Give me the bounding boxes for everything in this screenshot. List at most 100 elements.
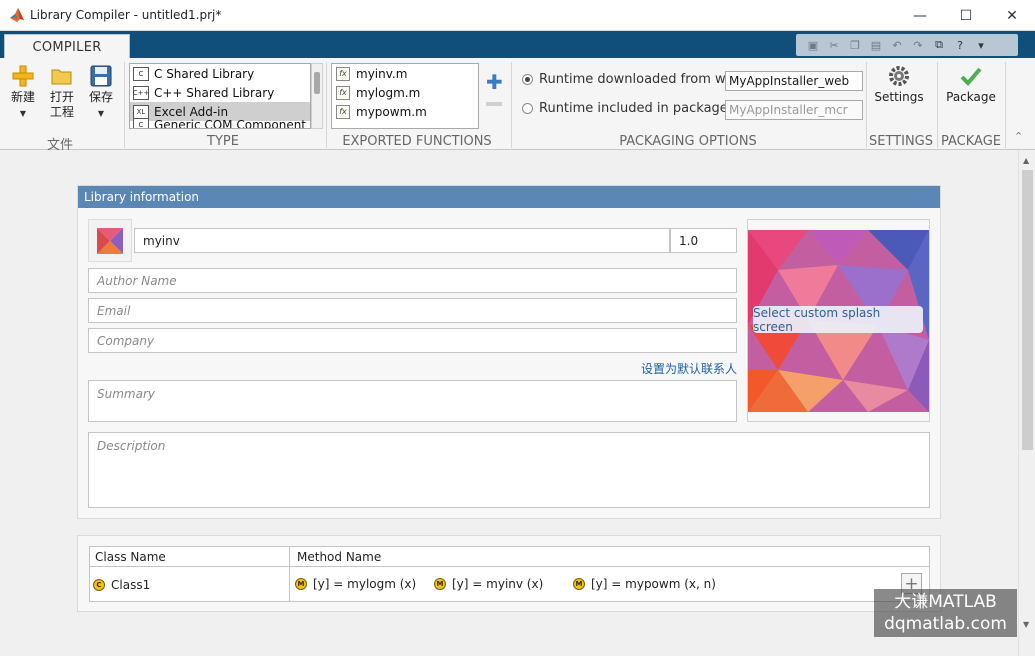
watermark-line-2: dqmatlab.com xyxy=(884,614,1007,634)
runtime-web-installer-input[interactable]: MyAppInstaller_web xyxy=(725,71,863,91)
method-icon: M xyxy=(434,578,446,590)
save-button[interactable]: 保存 ▼ xyxy=(86,64,116,121)
method-icon: M xyxy=(573,578,585,590)
email-input[interactable]: Email xyxy=(88,298,737,323)
open-label-2: 工程 xyxy=(49,105,74,119)
runtime-web-option[interactable]: Runtime downloaded from web xyxy=(522,72,742,87)
floppy-disk-icon xyxy=(90,65,112,87)
close-button[interactable]: ✕ xyxy=(989,0,1035,31)
chevron-down-icon: ▼ xyxy=(97,109,105,118)
settings-button[interactable]: Settings xyxy=(873,64,925,105)
minimize-button[interactable]: — xyxy=(897,0,943,31)
scrollbar-thumb[interactable] xyxy=(314,72,320,94)
class-row[interactable]: C Class1 xyxy=(93,578,150,592)
radio-selected-icon[interactable] xyxy=(522,74,533,85)
settings-group-label: SETTINGS xyxy=(868,134,933,149)
function-file-icon: fx xyxy=(336,66,350,81)
watermark-line-1: 大谦MATLAB xyxy=(894,592,997,612)
tab-compiler[interactable]: COMPILER xyxy=(4,34,130,59)
collapse-ribbon-icon[interactable]: ⌃ xyxy=(1014,130,1023,143)
library-name-input[interactable]: myinv xyxy=(134,228,670,253)
maximize-icon: ☐ xyxy=(959,7,973,24)
table-divider xyxy=(89,566,930,567)
copy-icon[interactable]: ❐ xyxy=(846,37,864,53)
scrollbar-thumb[interactable] xyxy=(1022,170,1033,450)
function-item[interactable]: fx mylogm.m xyxy=(332,83,478,102)
switch-windows-icon[interactable]: ⧉ xyxy=(930,37,948,53)
new-label: 新建 xyxy=(10,90,35,104)
description-textarea[interactable]: Description xyxy=(88,432,930,508)
scroll-down-icon[interactable]: ▼ xyxy=(1023,620,1029,629)
exported-functions-list[interactable]: fx myinv.m fx mylogm.m fx mypowm.m xyxy=(331,63,479,129)
type-item-c-shared[interactable]: CC Shared Library xyxy=(130,64,310,83)
open-label-1: 打开 xyxy=(49,90,74,104)
summary-textarea[interactable]: Summary xyxy=(88,380,737,422)
radio-unselected-icon[interactable] xyxy=(522,103,533,114)
new-button[interactable]: 新建 ▼ xyxy=(8,64,38,121)
cut-icon[interactable]: ✂ xyxy=(825,37,843,53)
library-icon: C xyxy=(133,66,149,81)
function-item[interactable]: fx mypowm.m xyxy=(332,102,478,121)
redo-icon[interactable]: ↷ xyxy=(909,37,927,53)
method-name-header: Method Name xyxy=(297,550,382,564)
method-icon: M xyxy=(295,578,307,590)
paste-icon[interactable]: ▤ xyxy=(867,37,885,53)
ribbon-tab-strip: COMPILER ▣ ✂ ❐ ▤ ↶ ↷ ⧉ ? ▾ xyxy=(0,31,1035,59)
type-list[interactable]: CC Shared Library C++ C++ Shared Library … xyxy=(129,63,311,129)
close-icon: ✕ xyxy=(1006,7,1018,24)
package-button[interactable]: Package xyxy=(944,64,998,105)
divider xyxy=(326,62,327,148)
set-default-contact-link[interactable]: 设置为默认联系人 xyxy=(641,360,737,377)
type-group-label: TYPE xyxy=(207,134,239,149)
type-item-com[interactable]: C Generic COM Component xyxy=(130,115,310,128)
library-icon-selector[interactable] xyxy=(88,219,132,262)
divider xyxy=(937,62,938,148)
checkmark-icon xyxy=(960,67,982,86)
minimize-icon: — xyxy=(913,7,927,24)
maximize-button[interactable]: ☐ xyxy=(943,0,989,31)
save-icon[interactable]: ▣ xyxy=(804,37,822,53)
save-label: 保存 xyxy=(88,90,113,104)
plus-icon: ✚ xyxy=(486,70,503,94)
runtime-package-installer-input[interactable]: MyAppInstaller_mcr xyxy=(725,100,863,120)
app-icon xyxy=(97,227,123,254)
vertical-scrollbar[interactable]: ▲ ▼ xyxy=(1018,150,1035,656)
type-item-cpp-shared[interactable]: C++ C++ Shared Library xyxy=(130,83,310,102)
chevron-down-icon: ▼ xyxy=(19,109,27,118)
title-bar: Library Compiler - untitled1.prj* — ☐ ✕ xyxy=(0,0,1035,31)
method-item[interactable]: M [y] = mylogm (x) xyxy=(295,577,416,591)
function-file-icon: fx xyxy=(336,104,350,119)
method-item[interactable]: M [y] = myinv (x) xyxy=(434,577,543,591)
version-input[interactable]: 1.0 xyxy=(670,228,737,253)
class-icon: C xyxy=(93,579,105,591)
function-item[interactable]: fx myinv.m xyxy=(332,64,478,83)
scroll-up-icon[interactable]: ▲ xyxy=(1023,156,1029,165)
window-title: Library Compiler - untitled1.prj* xyxy=(30,8,222,22)
gear-icon xyxy=(889,66,909,86)
ribbon: 新建 ▼ 打开 工程 保存 ▼ 文件 CC Shared Library C++… xyxy=(0,58,1035,153)
package-group-label: PACKAGE xyxy=(941,134,1001,149)
undo-icon[interactable]: ↶ xyxy=(888,37,906,53)
panel-header: Library information xyxy=(78,186,940,208)
type-list-scrollbar[interactable] xyxy=(311,63,323,129)
divider xyxy=(866,62,867,148)
class-name-header: Class Name xyxy=(95,550,166,564)
method-item[interactable]: M [y] = mypowm (x, n) xyxy=(573,577,716,591)
class-table xyxy=(89,546,930,602)
company-input[interactable]: Company xyxy=(88,328,737,353)
add-function-button[interactable]: ✚ xyxy=(486,70,503,94)
select-splash-screen-button[interactable]: Select custom splash screen xyxy=(753,306,923,334)
dropdown-icon[interactable]: ▾ xyxy=(972,37,990,53)
open-project-button[interactable]: 打开 工程 xyxy=(47,64,77,120)
matlab-logo-icon xyxy=(10,8,24,22)
watermark: 大谦MATLAB dqmatlab.com xyxy=(874,589,1017,637)
table-divider xyxy=(289,546,290,602)
author-name-input[interactable]: Author Name xyxy=(88,268,737,293)
remove-function-button[interactable] xyxy=(486,102,502,106)
excel-icon: XL xyxy=(133,104,149,119)
help-icon[interactable]: ? xyxy=(951,37,969,53)
exported-functions-label: EXPORTED FUNCTIONS xyxy=(342,134,492,149)
library-icon: C xyxy=(133,117,149,128)
runtime-package-option[interactable]: Runtime included in package xyxy=(522,101,728,116)
divider xyxy=(124,62,125,148)
